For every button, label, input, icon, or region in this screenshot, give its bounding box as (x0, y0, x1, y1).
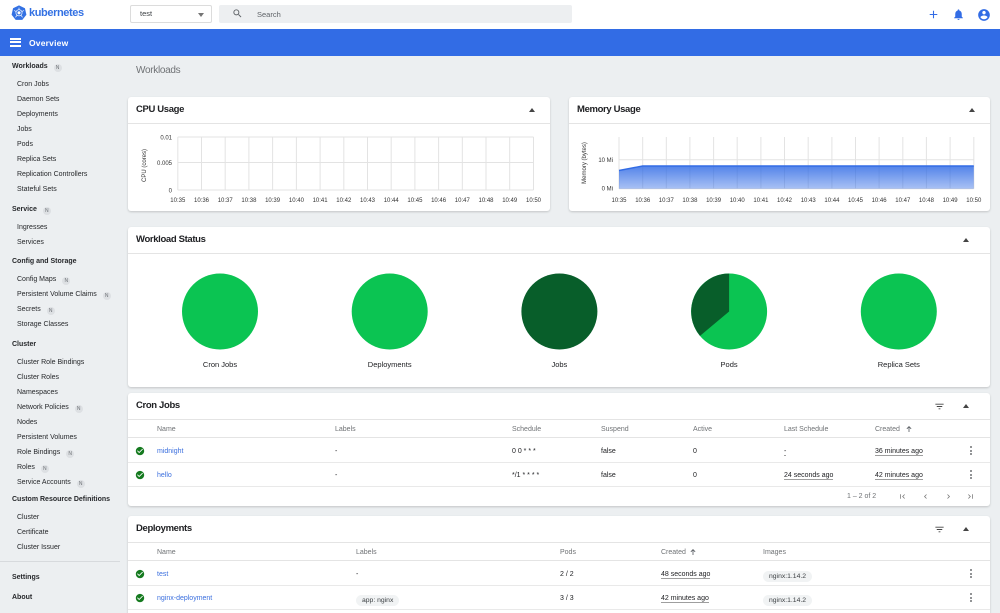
svg-text:Memory (bytes): Memory (bytes) (582, 142, 588, 184)
svg-text:0: 0 (169, 189, 173, 195)
svg-text:10:35: 10:35 (611, 198, 627, 204)
svg-text:10:36: 10:36 (194, 198, 210, 204)
svg-text:Replica Sets: Replica Sets (878, 360, 920, 369)
svg-text:10:40: 10:40 (289, 198, 305, 204)
svg-text:10:36: 10:36 (635, 198, 651, 204)
svg-text:0.005: 0.005 (157, 161, 173, 167)
svg-text:10:47: 10:47 (455, 198, 471, 204)
svg-text:10:37: 10:37 (659, 198, 675, 204)
svg-text:Pods: Pods (721, 360, 738, 369)
svg-text:10:45: 10:45 (407, 198, 423, 204)
svg-text:10:41: 10:41 (313, 198, 329, 204)
svg-text:0.01: 0.01 (160, 136, 172, 142)
svg-text:10:50: 10:50 (526, 198, 542, 204)
svg-text:10:44: 10:44 (824, 198, 840, 204)
svg-text:10:40: 10:40 (730, 198, 746, 204)
svg-text:Deployments: Deployments (368, 360, 412, 369)
svg-text:CPU (cores): CPU (cores) (142, 149, 148, 182)
svg-text:10:45: 10:45 (848, 198, 864, 204)
svg-text:10:39: 10:39 (706, 198, 722, 204)
svg-text:10:38: 10:38 (682, 198, 698, 204)
svg-text:10:37: 10:37 (218, 198, 234, 204)
svg-text:10:39: 10:39 (265, 198, 281, 204)
svg-text:10:48: 10:48 (919, 198, 935, 204)
svg-text:10:43: 10:43 (801, 198, 817, 204)
svg-text:10:43: 10:43 (360, 198, 376, 204)
svg-text:10:49: 10:49 (943, 198, 959, 204)
svg-text:10 Mi: 10 Mi (598, 158, 613, 164)
svg-text:10:41: 10:41 (753, 198, 769, 204)
svg-text:10:46: 10:46 (431, 198, 447, 204)
svg-text:10:50: 10:50 (966, 198, 982, 204)
svg-text:10:46: 10:46 (872, 198, 888, 204)
svg-text:10:35: 10:35 (170, 198, 186, 204)
svg-text:10:48: 10:48 (478, 198, 494, 204)
svg-text:0 Mi: 0 Mi (602, 187, 613, 193)
svg-text:10:47: 10:47 (895, 198, 911, 204)
svg-text:Cron Jobs: Cron Jobs (203, 360, 237, 369)
svg-text:10:38: 10:38 (241, 198, 257, 204)
svg-text:Jobs: Jobs (551, 360, 567, 369)
svg-text:10:49: 10:49 (502, 198, 518, 204)
svg-text:10:42: 10:42 (336, 198, 352, 204)
svg-text:10:44: 10:44 (384, 198, 400, 204)
svg-text:10:42: 10:42 (777, 198, 793, 204)
